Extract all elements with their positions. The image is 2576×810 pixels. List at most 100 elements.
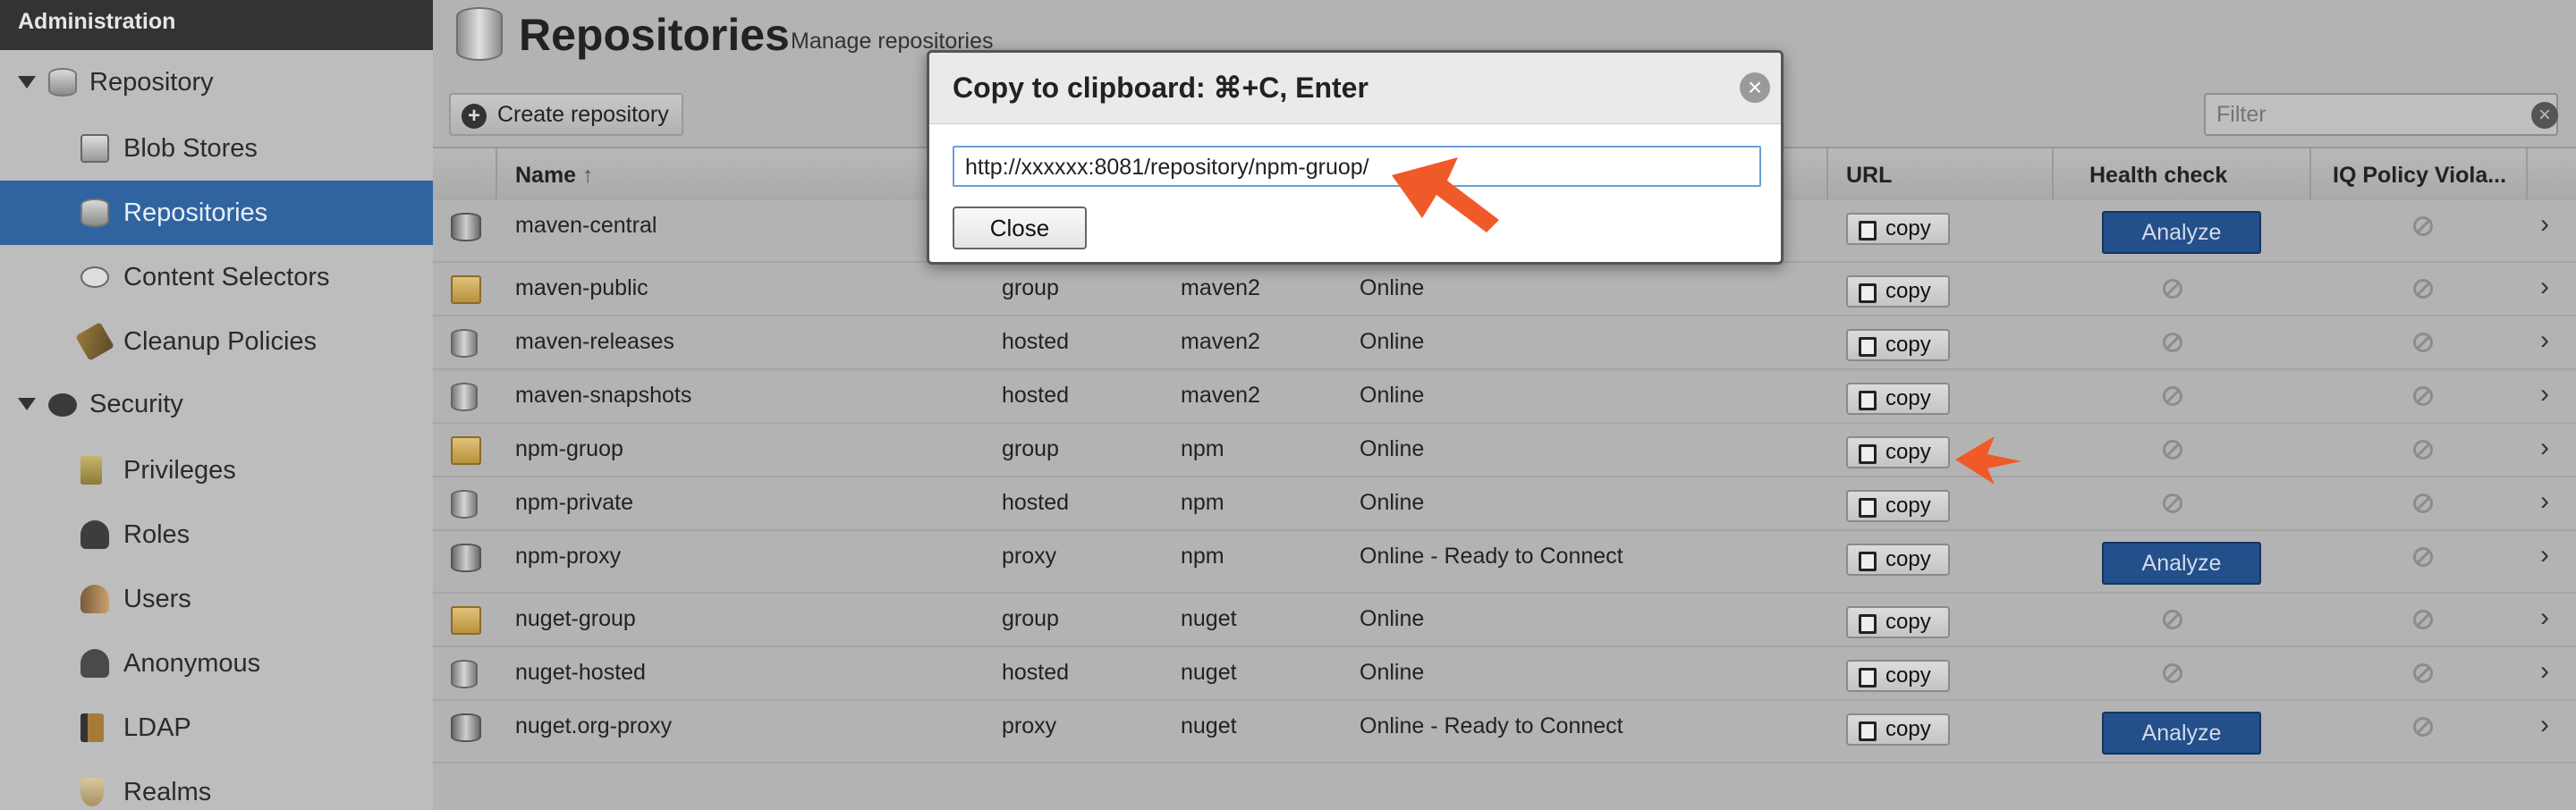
users-icon	[80, 585, 109, 613]
admin-sidebar: Administration Repository Blob Stores Re…	[0, 0, 433, 810]
filter-input[interactable]	[2204, 93, 2558, 136]
annotation-arrow-icon	[1392, 157, 1499, 232]
copy-url-button[interactable]: copy	[1846, 436, 1950, 468]
sidebar-item-cleanup-policies[interactable]: Cleanup Policies	[0, 309, 433, 374]
column-header-iq-policy[interactable]: IQ Policy Viola...	[2333, 163, 2506, 189]
annotation-arrow-icon	[1955, 436, 2021, 485]
not-available-icon	[2163, 440, 2182, 460]
sidebar-header: Administration	[0, 0, 433, 50]
table-row[interactable]: nuget-group group nuget Online copy ›	[433, 594, 2576, 647]
sidebar-item-ldap[interactable]: LDAP	[0, 696, 433, 760]
copy-url-button[interactable]: copy	[1846, 275, 1950, 308]
clear-filter-icon[interactable]: ×	[2531, 102, 2558, 129]
sidebar-item-privileges[interactable]: Privileges	[0, 438, 433, 502]
table-row[interactable]: nuget-hosted hosted nuget Online copy ›	[433, 647, 2576, 701]
copy-url-button[interactable]: copy	[1846, 660, 1950, 692]
repo-format-cell: npm	[1181, 490, 1224, 515]
not-available-icon	[2413, 663, 2433, 683]
table-row[interactable]: npm-gruop group npm Online copy ›	[433, 424, 2576, 477]
row-chevron-right-icon[interactable]: ›	[2540, 325, 2549, 356]
sidebar-item-realms[interactable]: Realms	[0, 760, 433, 810]
copy-label: copy	[1885, 494, 1931, 518]
row-chevron-right-icon[interactable]: ›	[2540, 272, 2549, 302]
repo-name-cell: npm-gruop	[515, 436, 623, 461]
row-chevron-right-icon[interactable]: ›	[2540, 209, 2549, 240]
copy-label: copy	[1885, 279, 1931, 303]
analyze-button[interactable]: Analyze	[2102, 211, 2261, 254]
sidebar-group-label: Repository	[89, 67, 214, 97]
repo-type-cell: group	[1002, 436, 1059, 461]
analyze-button[interactable]: Analyze	[2102, 712, 2261, 755]
repo-name-cell: nuget.org-proxy	[515, 713, 673, 738]
repo-type-cell: group	[1002, 606, 1059, 631]
expand-triangle-icon[interactable]	[18, 76, 36, 89]
sidebar-item-users[interactable]: Users	[0, 567, 433, 631]
shield-icon	[80, 778, 104, 806]
repository-url-field[interactable]: http://xxxxxx:8081/repository/npm-gruop/	[953, 146, 1761, 187]
sidebar-group-repository[interactable]: Repository	[0, 50, 433, 114]
sidebar-item-repositories[interactable]: Repositories	[0, 181, 433, 245]
repo-type-cell: proxy	[1002, 713, 1057, 738]
not-available-icon	[2413, 610, 2433, 629]
table-row[interactable]: maven-public group maven2 Online copy ›	[433, 263, 2576, 316]
row-chevron-right-icon[interactable]: ›	[2540, 486, 2549, 517]
close-dialog-icon[interactable]: ×	[1740, 72, 1770, 103]
copy-url-button[interactable]: copy	[1846, 606, 1950, 638]
repo-status-cell: Online	[1360, 275, 1425, 300]
copy-url-button[interactable]: copy	[1846, 713, 1950, 746]
row-chevron-right-icon[interactable]: ›	[2540, 433, 2549, 463]
row-chevron-right-icon[interactable]: ›	[2540, 656, 2549, 687]
table-row[interactable]: npm-proxy proxy npm Online - Ready to Conne…	[433, 531, 2576, 594]
table-row[interactable]: npm-private hosted npm Online copy ›	[433, 477, 2576, 531]
sidebar-group-security[interactable]: Security	[0, 372, 433, 436]
repo-type-cell: hosted	[1002, 490, 1070, 515]
hosted-database-icon	[451, 490, 478, 519]
copy-url-button[interactable]: copy	[1846, 544, 1950, 576]
hosted-database-icon	[451, 383, 478, 411]
column-header-health-check[interactable]: Health check	[2089, 163, 2227, 189]
not-available-icon	[2413, 717, 2433, 737]
table-row[interactable]: maven-snapshots hosted maven2 Online copy ›	[433, 370, 2576, 424]
hosted-database-icon	[451, 660, 478, 688]
role-person-icon	[80, 520, 109, 549]
sidebar-item-label: Content Selectors	[123, 262, 330, 291]
column-header-url[interactable]: URL	[1846, 163, 1892, 189]
row-chevron-right-icon[interactable]: ›	[2540, 710, 2549, 740]
repo-format-cell: maven2	[1181, 329, 1260, 354]
analyze-button[interactable]: Analyze	[2102, 542, 2261, 585]
not-available-icon	[2413, 279, 2433, 299]
repo-status-cell: Online	[1360, 383, 1425, 408]
copy-url-button[interactable]: copy	[1846, 383, 1950, 415]
table-row[interactable]: nuget.org-proxy proxy nuget Online - Ready …	[433, 701, 2576, 764]
repo-type-cell: hosted	[1002, 660, 1070, 685]
close-button[interactable]: Close	[953, 207, 1087, 249]
clipboard-icon	[1859, 444, 1877, 464]
repo-format-cell: npm	[1181, 544, 1224, 569]
sidebar-item-content-selectors[interactable]: Content Selectors	[0, 245, 433, 309]
hosted-database-icon	[451, 329, 478, 358]
table-row[interactable]: maven-releases hosted maven2 Online copy ›	[433, 316, 2576, 370]
row-chevron-right-icon[interactable]: ›	[2540, 379, 2549, 409]
not-available-icon	[2163, 279, 2182, 299]
sidebar-item-roles[interactable]: Roles	[0, 502, 433, 567]
clipboard-icon	[1859, 221, 1877, 240]
expand-triangle-icon[interactable]	[18, 398, 36, 410]
row-chevron-right-icon[interactable]: ›	[2540, 540, 2549, 570]
sidebar-item-blob-stores[interactable]: Blob Stores	[0, 116, 433, 181]
police-hat-icon	[48, 393, 77, 417]
not-available-icon	[2163, 386, 2182, 406]
copy-url-button[interactable]: copy	[1846, 329, 1950, 361]
column-header-name[interactable]: Name ↑	[515, 163, 594, 189]
row-chevron-right-icon[interactable]: ›	[2540, 603, 2549, 633]
sidebar-item-anonymous[interactable]: Anonymous	[0, 631, 433, 696]
database-icon	[48, 68, 77, 97]
not-available-icon	[2413, 386, 2433, 406]
copy-url-button[interactable]: copy	[1846, 213, 1950, 245]
proxy-database-icon	[451, 213, 481, 241]
create-repository-button[interactable]: + Create repository	[449, 93, 683, 136]
copy-url-button[interactable]: copy	[1846, 490, 1950, 522]
copy-label: copy	[1885, 663, 1931, 688]
broom-icon	[75, 322, 114, 361]
repo-type-cell: hosted	[1002, 329, 1070, 354]
copy-label: copy	[1885, 440, 1931, 464]
